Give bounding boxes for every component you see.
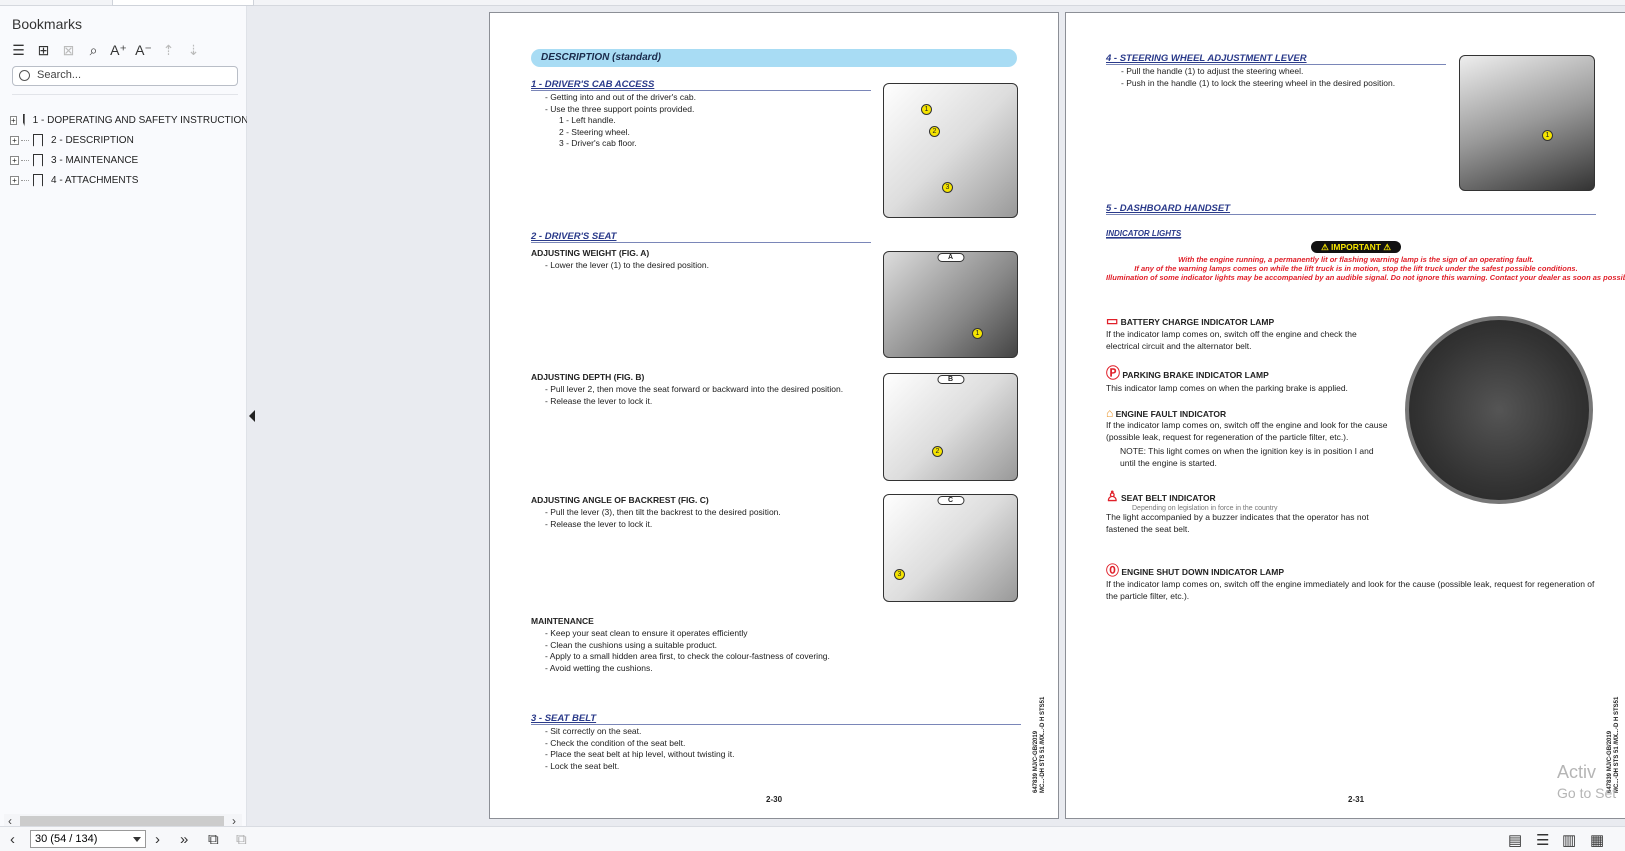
section-title: 2 - DRIVER'S SEAT <box>531 231 871 243</box>
pdf-page-left: DESCRIPTION (standard) 1 - DRIVER'S CAB … <box>489 12 1059 819</box>
section-header-bar: DESCRIPTION (standard) <box>531 49 1017 67</box>
dashboard-display-image <box>1405 316 1593 504</box>
last-page-icon[interactable]: » <box>180 831 188 848</box>
previous-page-icon[interactable]: ‹ <box>10 831 15 848</box>
chevron-down-icon[interactable] <box>133 837 141 842</box>
section-title: 3 - SEAT BELT <box>531 713 1021 725</box>
parking-brake-icon: Ⓟ <box>1106 365 1120 381</box>
bookmark-item[interactable]: +3 - MAINTENANCE <box>10 150 247 170</box>
increase-font-icon[interactable]: A⁺ <box>110 42 127 59</box>
bookmark-item[interactable]: +1 - DOPERATING AND SAFETY INSTRUCTIONS <box>10 110 247 130</box>
bookmark-icon <box>22 113 25 127</box>
lamp-parking-brake: Ⓟ PARKING BRAKE INDICATOR LAMP This indi… <box>1106 365 1348 393</box>
lamp-engine-shutdown: ⓪ ENGINE SHUT DOWN INDICATOR LAMP If the… <box>1106 563 1595 601</box>
pdf-page-right: 4 - STEERING WHEEL ADJUSTMENT LEVER - Pu… <box>1065 12 1625 819</box>
subheading: MAINTENANCE <box>531 616 594 626</box>
section-title: 1 - DRIVER'S CAB ACCESS <box>531 79 871 91</box>
panel-title: Bookmarks <box>12 16 83 32</box>
find-bookmark-icon[interactable]: ⌕ <box>85 42 102 59</box>
subheading: ADJUSTING ANGLE OF BACKREST (FIG. C) <box>531 495 709 505</box>
bookmark-tree: +1 - DOPERATING AND SAFETY INSTRUCTIONS … <box>10 110 247 190</box>
document-code: 647839 MJ/C-GB/2019 MC...-DH STS 51 /MX..… <box>1033 696 1046 793</box>
expand-icon[interactable]: + <box>10 115 17 125</box>
divider <box>12 94 238 95</box>
seat-belt-icon: ♙ <box>1106 488 1119 504</box>
lamp-engine-fault: ⌂ ENGINE FAULT INDICATOR If the indicato… <box>1106 406 1388 468</box>
cab-access-image: 123 <box>883 83 1018 218</box>
single-page-view-icon[interactable]: ▤ <box>1508 831 1522 849</box>
collapse-panel-icon[interactable] <box>249 410 255 422</box>
continuous-view-icon[interactable]: ☰ <box>1536 831 1549 849</box>
lamp-seat-belt: ♙ SEAT BELT INDICATOR Depending on legis… <box>1106 488 1369 534</box>
navigation-bar: ‹ 30 (54 / 134) › » ⧉ ⧉ ▤ ☰ ▥ ▦ <box>0 826 1625 851</box>
options-list-icon[interactable]: ☰ <box>10 42 27 59</box>
important-wrap: ⚠ IMPORTANT ⚠ <box>1066 241 1625 253</box>
steering-lever-image: 1 <box>1459 55 1595 191</box>
expand-icon[interactable]: + <box>10 155 19 165</box>
facing-continuous-view-icon[interactable]: ▦ <box>1590 831 1604 849</box>
seat-depth-image: B2 <box>883 373 1018 481</box>
page-number: 2-30 <box>766 795 783 804</box>
page-number: 2-31 <box>1348 795 1365 804</box>
stop-icon: ⓪ <box>1106 563 1120 578</box>
facing-view-icon[interactable]: ▥ <box>1562 831 1576 849</box>
text-block: - Sit correctly on the seat. - Check the… <box>545 726 735 771</box>
bookmark-icon <box>33 173 43 187</box>
bookmark-icon <box>33 133 43 147</box>
section-title: 5 - DASHBOARD HANDSET <box>1106 203 1596 215</box>
activation-watermark: Activ Go to Set <box>1557 762 1617 801</box>
previous-view-icon[interactable]: ⧉ <box>208 831 219 848</box>
add-bookmark-icon[interactable]: ⊞ <box>35 42 52 59</box>
page-number-field[interactable]: 30 (54 / 134) <box>30 830 146 848</box>
subheading: ADJUSTING WEIGHT (FIG. A) <box>531 248 650 258</box>
battery-icon: ▭ <box>1106 313 1119 328</box>
bookmark-toolbar: ☰ ⊞ ⊠ ⌕ A⁺ A⁻ ⇡ ⇣ <box>10 42 202 59</box>
text-line: - Lower the lever (1) to the desired pos… <box>545 260 709 270</box>
next-page-icon[interactable]: › <box>155 831 160 848</box>
subsection-title: INDICATOR LIGHTS <box>1106 229 1182 239</box>
next-view-icon[interactable]: ⧉ <box>236 831 247 848</box>
search-icon <box>19 70 30 81</box>
decrease-font-icon[interactable]: A⁻ <box>135 42 152 59</box>
text-block: - Pull lever 2, then move the seat forwa… <box>545 384 844 406</box>
delete-bookmark-icon[interactable]: ⊠ <box>60 42 77 59</box>
subheading: ADJUSTING DEPTH (FIG. B) <box>531 372 645 382</box>
seat-weight-image: A1 <box>883 251 1018 358</box>
section-title: 4 - STEERING WHEEL ADJUSTMENT LEVER <box>1106 53 1446 65</box>
text-block: - Pull the handle (1) to adjust the stee… <box>1121 66 1396 88</box>
bookmark-item[interactable]: +4 - ATTACHMENTS <box>10 170 247 190</box>
text-block: - Getting into and out of the driver's c… <box>545 92 696 148</box>
search-input[interactable]: Search... <box>12 66 238 86</box>
lamp-battery: ▭ BATTERY CHARGE INDICATOR LAMP If the i… <box>1106 313 1357 351</box>
move-up-icon[interactable]: ⇡ <box>160 42 177 59</box>
expand-icon[interactable]: + <box>10 135 19 145</box>
move-down-icon[interactable]: ⇣ <box>185 42 202 59</box>
bookmarks-panel: Bookmarks ☰ ⊞ ⊠ ⌕ A⁺ A⁻ ⇡ ⇣ Search... +1… <box>0 6 247 829</box>
text-block: - Keep your seat clean to ensure it oper… <box>545 628 830 673</box>
engine-fault-icon: ⌂ <box>1106 406 1114 420</box>
bookmark-icon <box>33 153 43 167</box>
text-block: - Pull the lever (3), then tilt the back… <box>545 507 781 529</box>
important-badge: ⚠ IMPORTANT ⚠ <box>1311 241 1401 253</box>
expand-icon[interactable]: + <box>10 175 19 185</box>
bookmark-item[interactable]: +2 - DESCRIPTION <box>10 130 247 150</box>
backrest-angle-image: C3 <box>883 494 1018 602</box>
warning-text: With the engine running, a permanently l… <box>1106 255 1625 282</box>
